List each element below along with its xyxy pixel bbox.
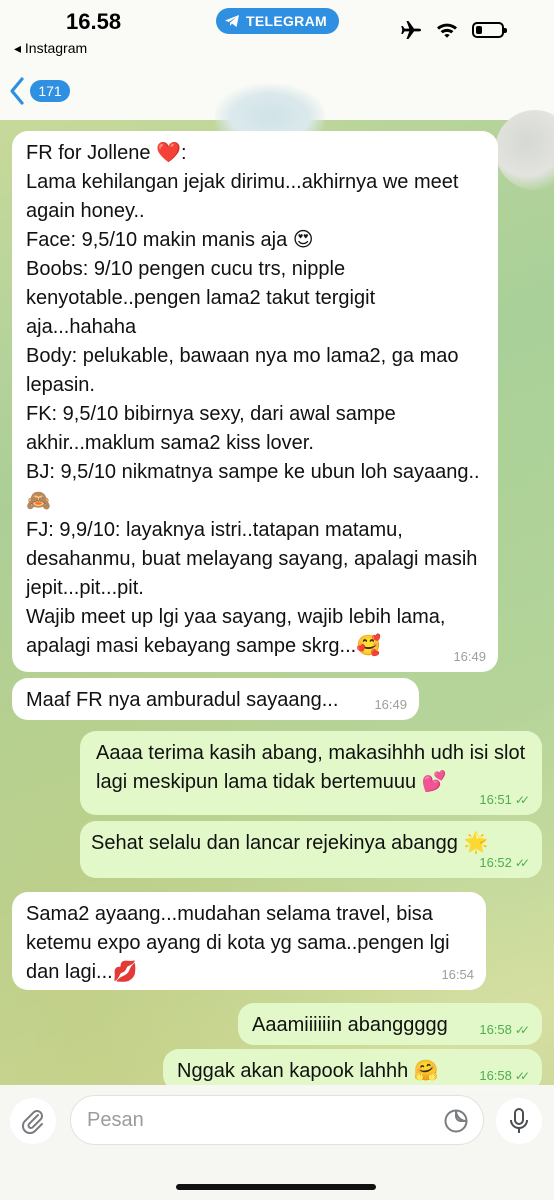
attach-button[interactable] <box>10 1098 56 1144</box>
voice-record-button[interactable] <box>496 1098 542 1144</box>
message-time: 16:54 <box>441 967 474 982</box>
message-text: Sehat selalu dan lancar rejekinya abangg… <box>91 832 489 854</box>
message-meta: 16:51 ✓✓ <box>479 792 530 808</box>
battery-icon <box>472 22 507 38</box>
message-time: 16:49 <box>374 697 407 712</box>
wifi-icon <box>437 23 457 38</box>
message-meta: 16:52 ✓✓ <box>479 855 530 871</box>
message-time: 16:49 <box>453 649 486 664</box>
message-time: 16:51 <box>479 792 512 807</box>
message-bubble-incoming[interactable]: Maaf FR nya amburadul sayaang... 16:49 <box>12 678 419 720</box>
double-check-icon: ✓✓ <box>514 1069 530 1083</box>
message-time: 16:52 <box>479 855 512 870</box>
message-text: FR for Jollene ❤️: Lama kehilangan jejak… <box>26 142 480 657</box>
double-check-icon: ✓✓ <box>514 856 530 870</box>
status-time: 16.58 <box>66 9 122 34</box>
double-check-icon: ✓✓ <box>514 793 530 807</box>
message-bubble-outgoing[interactable]: Aaaa terima kasih abang, makasihhh udh i… <box>80 731 542 815</box>
sticker-icon[interactable] <box>443 1108 469 1134</box>
message-input-placeholder: Pesan <box>87 1109 144 1131</box>
message-bubble-incoming[interactable]: FR for Jollene ❤️: Lama kehilangan jejak… <box>12 131 498 672</box>
chevron-left-icon[interactable] <box>8 76 26 106</box>
microphone-icon <box>510 1108 528 1133</box>
chat-header: 171 <box>0 60 554 190</box>
message-text: Aaaa terima kasih abang, makasihhh udh i… <box>96 742 531 793</box>
message-text: Maaf FR nya amburadul sayaang... <box>26 689 339 711</box>
airplane-icon <box>401 21 421 39</box>
message-bubble-outgoing[interactable]: Sehat selalu dan lancar rejekinya abangg… <box>80 821 542 878</box>
message-meta: 16:58 ✓✓ <box>479 1022 530 1038</box>
telegram-pill-label: TELEGRAM <box>246 13 327 29</box>
message-time: 16:58 <box>479 1022 512 1037</box>
message-meta: 16:58 ✓✓ <box>479 1068 530 1084</box>
message-meta: 16:49 <box>374 698 407 712</box>
message-text: Nggak akan kapook lahhh 🤗 <box>177 1060 439 1082</box>
back-to-app-link[interactable]: ◂ Instagram <box>14 40 87 57</box>
message-bubble-incoming[interactable]: Sama2 ayaang...mudahan selama travel, bi… <box>12 892 486 990</box>
message-text: Sama2 ayaang...mudahan selama travel, bi… <box>26 903 456 983</box>
unread-count-badge[interactable]: 171 <box>30 80 70 102</box>
telegram-pill[interactable]: TELEGRAM <box>216 8 339 34</box>
message-input[interactable]: Pesan <box>70 1095 484 1145</box>
message-time: 16:58 <box>479 1068 512 1083</box>
telegram-icon <box>225 15 239 27</box>
message-bubble-outgoing[interactable]: Aaamiiiiiin abanggggg 16:58 ✓✓ <box>238 1003 542 1045</box>
home-indicator <box>176 1184 376 1190</box>
message-meta: 16:49 <box>453 650 486 664</box>
message-meta: 16:54 <box>441 968 474 982</box>
paperclip-icon <box>21 1110 43 1134</box>
double-check-icon: ✓✓ <box>514 1023 530 1037</box>
